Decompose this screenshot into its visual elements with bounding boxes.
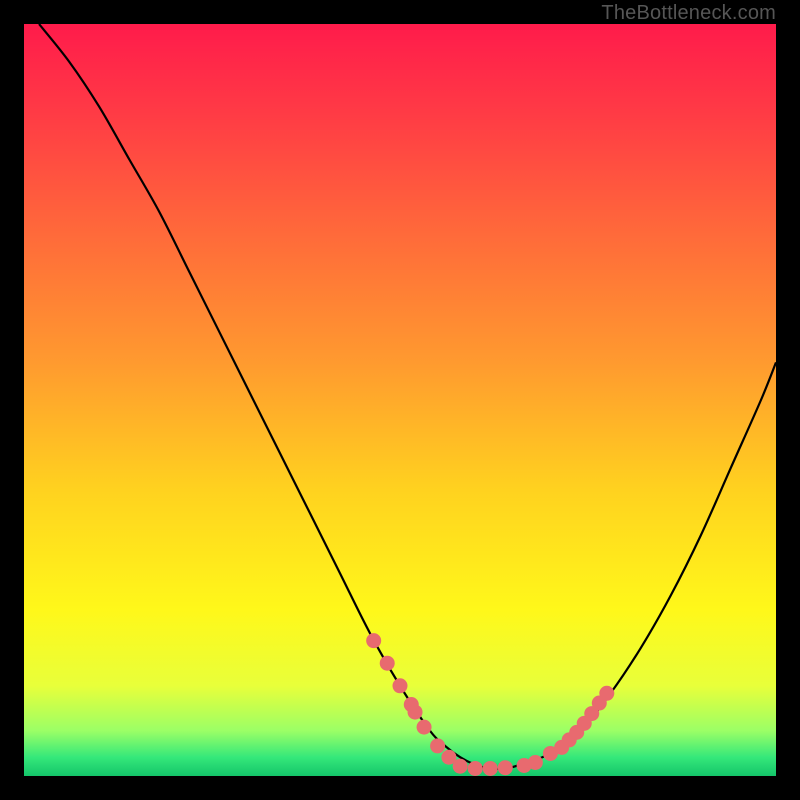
curve-dot — [453, 759, 468, 774]
chart-background — [24, 24, 776, 776]
watermark-text: TheBottleneck.com — [601, 2, 776, 25]
curve-dot — [417, 720, 432, 735]
curve-dot — [408, 705, 423, 720]
curve-dot — [528, 755, 543, 770]
curve-dot — [599, 686, 614, 701]
chart-frame — [24, 24, 776, 776]
curve-dot — [430, 738, 445, 753]
curve-dot — [366, 633, 381, 648]
curve-dot — [393, 678, 408, 693]
chart-svg — [24, 24, 776, 776]
curve-dot — [498, 760, 513, 775]
curve-dot — [483, 761, 498, 776]
curve-dot — [380, 656, 395, 671]
curve-dot — [468, 761, 483, 776]
